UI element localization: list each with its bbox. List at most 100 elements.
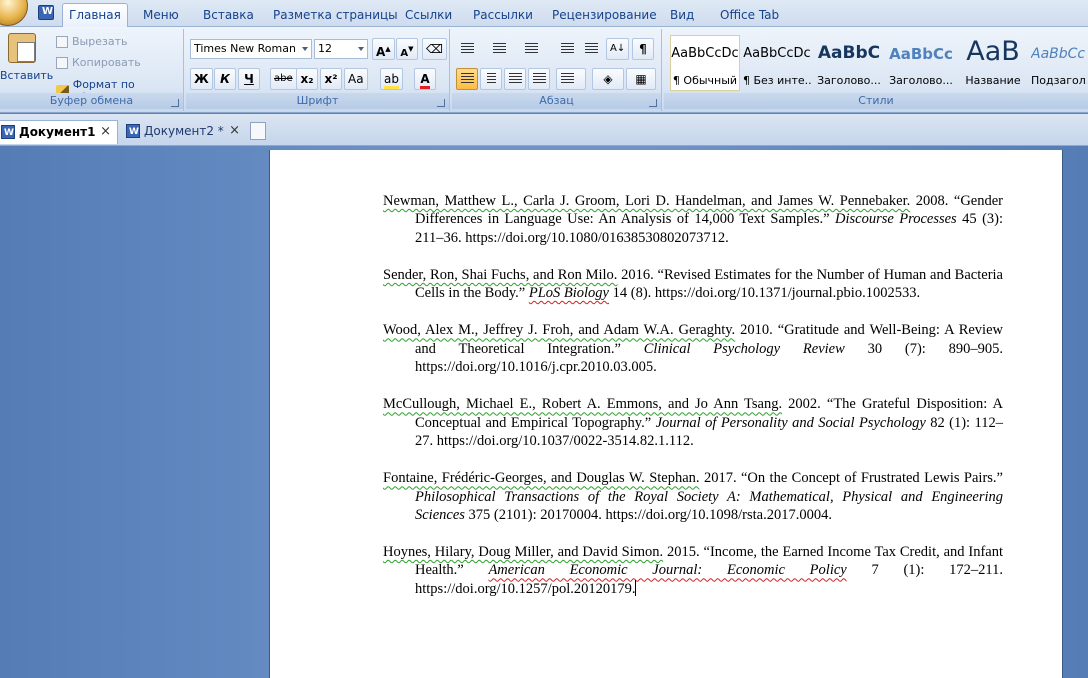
close-icon[interactable]: × xyxy=(229,120,240,142)
word-icon[interactable] xyxy=(38,5,54,20)
tab-menu[interactable]: Меню xyxy=(137,5,185,27)
tab-insert[interactable]: Вставка xyxy=(197,5,260,27)
reference-journal: Journal of Personality and Social Psycho… xyxy=(655,414,926,431)
tab-page-layout[interactable]: Разметка страницы xyxy=(267,5,404,27)
numbering-icon xyxy=(493,43,506,55)
cut-button[interactable]: Вырезать xyxy=(56,35,127,48)
office-button[interactable] xyxy=(0,0,28,26)
font-color-label: A xyxy=(420,72,430,89)
tab-view[interactable]: Вид xyxy=(664,5,700,27)
underline-button[interactable]: Ч xyxy=(238,68,260,90)
doc-tab-1[interactable]: Документ1 * × xyxy=(0,120,118,161)
copy-button[interactable]: Копировать xyxy=(56,56,141,69)
cut-label: Вырезать xyxy=(72,35,128,48)
line-spacing-icon xyxy=(561,73,574,85)
align-center-icon xyxy=(486,73,497,85)
font-name-combo[interactable]: Times New Roman xyxy=(190,39,312,59)
style-heading-2[interactable]: AaBbCc Заголово... xyxy=(886,35,956,91)
strikethrough-button[interactable]: abe xyxy=(270,68,297,90)
increase-indent-button[interactable] xyxy=(580,38,602,60)
font-launcher-icon[interactable] xyxy=(437,99,445,107)
style-sample: AaBbCcDc xyxy=(671,46,739,61)
new-document-icon[interactable] xyxy=(250,122,266,140)
reference-details: 14 (8). https://doi.org/10.1371/journal.… xyxy=(609,285,921,302)
paste-icon[interactable] xyxy=(8,33,36,63)
justify-button[interactable] xyxy=(528,68,550,90)
numbering-button[interactable] xyxy=(488,38,516,60)
align-left-button[interactable] xyxy=(456,68,478,90)
sort-button[interactable]: A↓ xyxy=(606,38,630,60)
multilevel-list-button[interactable] xyxy=(520,38,548,60)
doc-tab-title: Документ2 * xyxy=(144,124,224,138)
document-page[interactable]: Newman, Matthew L., Carla J. Groom, Lori… xyxy=(269,150,1063,678)
style-subtitle[interactable]: AaBbCc Подзагол... xyxy=(1030,35,1088,91)
style-sample: AaBbCc xyxy=(889,45,953,63)
copy-label: Копировать xyxy=(72,56,141,69)
bullets-button[interactable] xyxy=(456,38,484,60)
paragraph-launcher-icon[interactable] xyxy=(649,99,657,107)
decrease-indent-icon xyxy=(561,43,574,55)
shrink-font-button[interactable]: A▼ xyxy=(396,38,418,60)
highlight-button[interactable]: ab xyxy=(380,68,403,90)
chevron-down-icon xyxy=(302,47,308,51)
doc-tab-2[interactable]: Документ2 * × xyxy=(122,120,246,144)
styles-group-label: Стили xyxy=(664,93,1088,109)
grow-font-button[interactable]: A▲ xyxy=(372,38,395,60)
shrink-font-label: A xyxy=(400,48,409,59)
clipboard-group-label: Буфер обмена xyxy=(0,93,183,109)
tab-references[interactable]: Ссылки xyxy=(399,5,458,27)
font-group: Times New Roman 12 A▲ A▼ ⌫ Ж К Ч abe x₂ … xyxy=(186,29,450,111)
close-icon[interactable]: × xyxy=(100,121,111,143)
reference-entry: Hoynes, Hilary, Doug Miller, and David S… xyxy=(383,543,1003,598)
style-sample: AaBbCcDc xyxy=(743,46,811,61)
superscript-button[interactable]: x² xyxy=(320,68,342,90)
reference-journal: PLoS Biology xyxy=(528,285,609,302)
italic-button[interactable]: К xyxy=(214,68,236,90)
eraser-icon: ⌫ xyxy=(426,42,443,56)
borders-button[interactable]: ▦ xyxy=(626,68,656,90)
tab-review[interactable]: Рецензирование xyxy=(546,5,663,27)
bold-button[interactable]: Ж xyxy=(190,68,213,90)
reference-authors: McCullough, Michael E., Robert A. Emmons… xyxy=(383,396,783,413)
highlight-label: ab xyxy=(384,72,399,89)
show-marks-button[interactable]: ¶ xyxy=(632,38,654,60)
increase-indent-icon xyxy=(585,43,598,55)
decrease-indent-button[interactable] xyxy=(556,38,578,60)
tab-home[interactable]: Главная xyxy=(62,3,128,27)
style-title[interactable]: AaB Название xyxy=(958,35,1028,91)
style-heading-1[interactable]: AaBbC Заголово... xyxy=(814,35,884,91)
change-case-button[interactable]: Aa xyxy=(344,68,368,90)
style-normal[interactable]: AaBbCcDc ¶ Обычный xyxy=(670,35,740,91)
font-name-value: Times New Roman xyxy=(194,42,296,55)
align-center-button[interactable] xyxy=(480,68,502,90)
reference-authors: Hoynes, Hilary, Doug Miller, and David S… xyxy=(383,544,664,561)
font-size-combo[interactable]: 12 xyxy=(314,39,368,59)
style-sample: AaBbCc xyxy=(1031,46,1086,62)
document-tab-bar: Документ1 * × Документ2 * × xyxy=(0,114,1088,161)
reference-authors: Newman, Matthew L., Carla J. Groom, Lori… xyxy=(383,193,911,209)
shading-button[interactable]: ◈ xyxy=(592,68,624,90)
reference-details: 375 (2101): 20170004. https://doi.org/10… xyxy=(464,506,832,523)
style-name: Заголово... xyxy=(889,74,953,87)
paint-bucket-icon: ◈ xyxy=(603,72,613,86)
tab-mailings[interactable]: Рассылки xyxy=(467,5,539,27)
subscript-button[interactable]: x₂ xyxy=(296,68,318,90)
justify-icon xyxy=(533,73,546,85)
ribbon: Вставить Вырезать Копировать Формат по о… xyxy=(0,27,1088,113)
font-color-button[interactable]: A xyxy=(414,68,436,90)
clipboard-launcher-icon[interactable] xyxy=(171,99,179,107)
style-sample: AaB xyxy=(966,36,1020,67)
reference-journal: Discourse Processes xyxy=(835,211,957,228)
style-name: ¶ Без инте... xyxy=(743,74,811,87)
style-sample: AaBbC xyxy=(817,43,881,63)
paste-button[interactable]: Вставить xyxy=(0,69,53,82)
reference-journal: Clinical Psychology Review xyxy=(643,340,845,357)
line-spacing-button[interactable] xyxy=(556,68,586,90)
style-no-spacing[interactable]: AaBbCcDc ¶ Без инте... xyxy=(742,35,812,91)
align-left-icon xyxy=(461,73,474,85)
align-right-button[interactable] xyxy=(504,68,526,90)
tab-office-tab[interactable]: Office Tab xyxy=(714,5,785,27)
style-name: Заголово... xyxy=(817,74,881,87)
clear-format-button[interactable]: ⌫ xyxy=(422,38,447,60)
copy-icon xyxy=(56,56,68,69)
